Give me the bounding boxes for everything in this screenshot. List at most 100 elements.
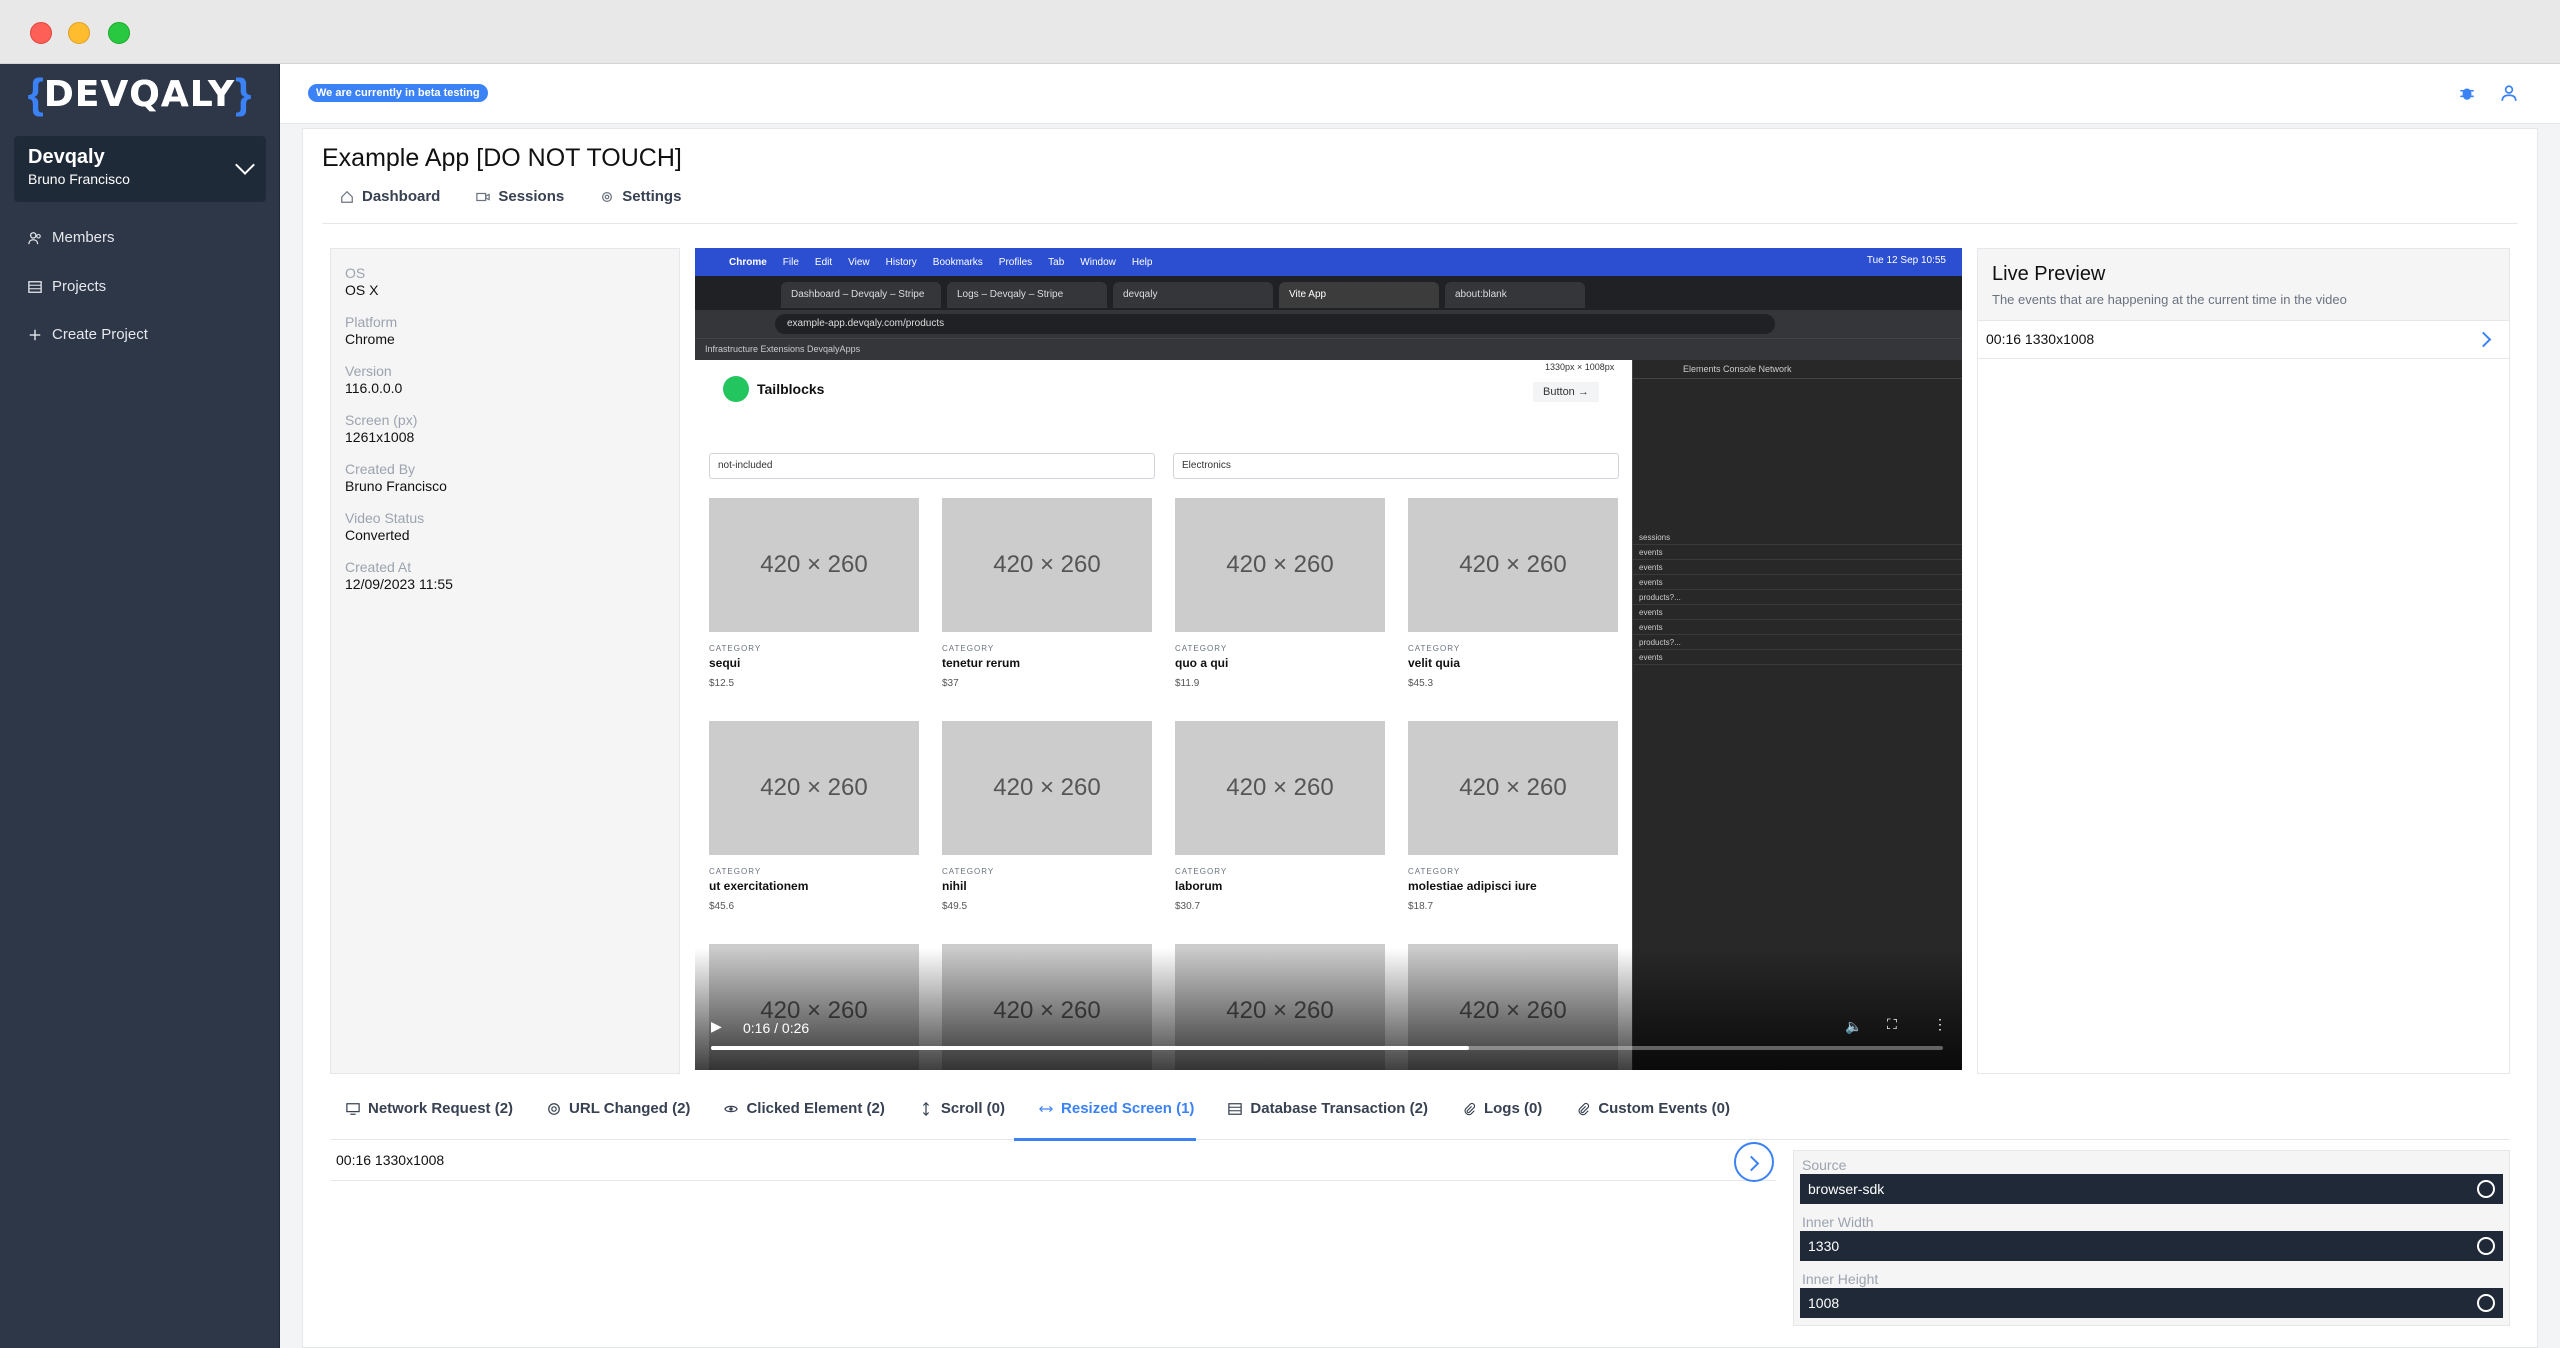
product-category: CATEGORY (1175, 867, 1228, 876)
info-row: Version 116.0.0.0 (345, 363, 665, 397)
gear-icon (602, 191, 613, 202)
detail-value: 1008 (1808, 1295, 1840, 1311)
info-label: Created At (345, 559, 412, 575)
sidebar-item-label: Members (52, 229, 115, 246)
info-value: Chrome (345, 331, 395, 347)
recorded-menu-item: Chrome (729, 256, 767, 268)
user-icon[interactable] (2500, 84, 2518, 102)
product-name: ut exercitationem (709, 879, 809, 893)
info-row: Video Status Converted (345, 510, 665, 544)
event-tab-scroll[interactable]: Scroll (0) (919, 1100, 1005, 1117)
copy-icon[interactable] (2477, 1294, 2495, 1312)
product-price: $45.6 (709, 901, 735, 912)
organization-switcher[interactable]: Devqaly Bruno Francisco (14, 136, 266, 202)
recorded-product-card: 420 × 260 CATEGORY ut exercitationem $45.… (709, 721, 919, 912)
volume-icon[interactable]: 🔈 (1845, 1018, 1862, 1035)
recorded-browser-tabs: Dashboard – Devqaly – Stripe Logs – Devq… (695, 276, 1962, 310)
tab-settings[interactable]: Settings (600, 188, 681, 205)
recorded-menu-item: Edit (814, 256, 833, 268)
copy-icon[interactable] (2477, 1180, 2495, 1198)
recorded-tab: about:blank (1445, 282, 1585, 308)
devtools-tabs: Elements Console Network (1633, 360, 1962, 379)
product-price: $30.7 (1175, 901, 1201, 912)
bug-icon[interactable] (2458, 84, 2476, 102)
video-time: 0:16 / 0:26 (743, 1020, 810, 1036)
tab-dashboard[interactable]: Dashboard (340, 188, 440, 205)
tailblocks-brand: Tailblocks (723, 376, 824, 402)
event-tab-clicked-element[interactable]: Clicked Element (2) (724, 1100, 885, 1117)
sidebar-item-label: Create Project (52, 326, 148, 343)
info-label: Version (345, 363, 392, 379)
info-label: Created By (345, 461, 416, 477)
video-progress-bar[interactable] (711, 1046, 1943, 1050)
product-name: laborum (1175, 879, 1223, 893)
table-icon (28, 280, 42, 293)
live-preview-panel: Live Preview The events that are happeni… (1977, 248, 2510, 1074)
live-preview-subtitle: The events that are happening at the cur… (1992, 292, 2347, 307)
at-icon (548, 1102, 560, 1115)
session-video-player[interactable]: Chrome File Edit View History Bookmarks Profil… (695, 248, 1962, 1070)
product-image-placeholder: 420 × 260 (942, 721, 1152, 855)
event-tab-custom-events[interactable]: Custom Events (0) (1576, 1100, 1730, 1117)
detail-label: Inner Width (1802, 1214, 1874, 1230)
recorded-url: example-app.devqaly.com/products (775, 314, 1775, 334)
product-name: quo a qui (1175, 656, 1229, 670)
arrows-vertical-icon (922, 1101, 929, 1116)
copy-icon[interactable] (2477, 1237, 2495, 1255)
monitor-icon (346, 1102, 360, 1115)
play-icon[interactable]: ▶ (711, 1018, 722, 1035)
paperclip-icon (1578, 1102, 1590, 1115)
recorded-tab: devqaly (1113, 282, 1273, 308)
arrows-horizontal-icon (1039, 1105, 1054, 1112)
video-controls-overlay (695, 948, 1962, 1070)
home-icon (341, 190, 353, 203)
event-list-item[interactable]: 00:16 1330x1008 (336, 1152, 444, 1168)
recorded-tab: Vite App (1279, 282, 1439, 308)
product-price: $12.5 (709, 678, 735, 689)
live-preview-header: Live Preview The events that are happeni… (1978, 249, 2509, 321)
event-tab-logs[interactable]: Logs (0) (1462, 1100, 1542, 1117)
tab-sessions[interactable]: Sessions (476, 188, 564, 205)
fullscreen-icon[interactable]: ⛶ (1887, 1016, 1897, 1033)
devtools-request-row: sessions (1633, 530, 1962, 545)
video-progress-fill (711, 1046, 1469, 1050)
beta-badge: We are currently in beta testing (308, 84, 488, 102)
product-price: $11.9 (1175, 678, 1200, 689)
recorded-menu-item: Help (1131, 256, 1153, 268)
recorded-filter-right: Electronics (1173, 453, 1619, 479)
org-user: Bruno Francisco (28, 171, 130, 187)
info-value: OS X (345, 282, 379, 298)
sidebar-item-members[interactable]: Members (28, 229, 115, 246)
devtools-request-row: products?... (1633, 635, 1962, 650)
close-window-button[interactable] (30, 22, 52, 44)
live-preview-event[interactable]: 00:16 1330x1008 (1978, 321, 2509, 359)
minimize-window-button[interactable] (68, 22, 90, 44)
recorded-menu-item: Profiles (998, 256, 1033, 268)
event-next-button[interactable] (1734, 1142, 1774, 1182)
devtools-request-row: events (1633, 560, 1962, 575)
recorded-product-card: 420 × 260 CATEGORY tenetur rerum $37 (942, 498, 1152, 689)
event-tab-database-transaction[interactable]: Database Transaction (2) (1228, 1100, 1428, 1117)
sidebar-item-label: Projects (52, 278, 107, 295)
product-name: molestiae adipisci iure (1408, 879, 1537, 893)
detail-value-field[interactable]: browser-sdk (1800, 1174, 2503, 1204)
table-icon (1228, 1102, 1243, 1115)
more-options-icon[interactable]: ⋮ (1933, 1016, 1947, 1033)
info-label: Screen (px) (345, 412, 418, 428)
event-tab-network-request[interactable]: Network Request (2) (346, 1100, 513, 1117)
live-preview-title: Live Preview (1992, 263, 2106, 285)
sidebar-item-create-project[interactable]: Create Project (28, 326, 148, 343)
detail-value-field[interactable]: 1330 (1800, 1231, 2503, 1261)
page-title: Example App [DO NOT TOUCH] (322, 144, 682, 172)
event-tab-resized-screen[interactable]: Resized Screen (1) (1039, 1100, 1194, 1117)
maximize-window-button[interactable] (108, 22, 130, 44)
sidebar-item-projects[interactable]: Projects (28, 278, 106, 295)
devtools-network-rows: sessions events events events products?... ev… (1633, 530, 1962, 665)
recorded-tab: Logs – Devqaly – Stripe (947, 282, 1107, 308)
devqaly-logo[interactable]: {DEVQALY} (0, 64, 279, 124)
recorded-menu-item: Tab (1048, 256, 1065, 268)
event-tab-url-changed[interactable]: URL Changed (2) (547, 1100, 690, 1117)
devtools-request-row: events (1633, 545, 1962, 560)
product-price: $37 (942, 678, 959, 689)
detail-value-field[interactable]: 1008 (1800, 1288, 2503, 1318)
